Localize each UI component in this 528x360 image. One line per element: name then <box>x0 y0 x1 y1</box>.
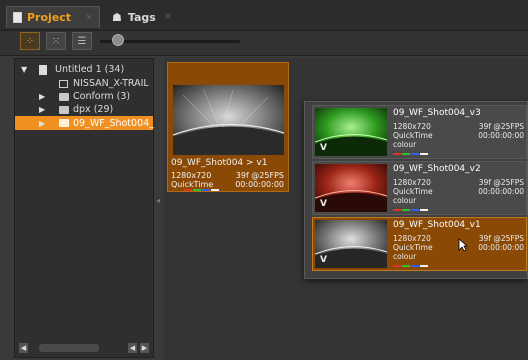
version-frames-fps: 39f @25FPS <box>478 234 524 243</box>
expanded-arrow-icon[interactable]: ▼ <box>21 65 27 74</box>
tag-icon: ☗ <box>112 10 122 24</box>
project-tree: ▼ Untitled 1 (34) NISSAN_X-TRAIL ▶ Confo… <box>14 58 154 358</box>
grid-view-button[interactable]: ⁘ <box>20 32 40 50</box>
version-marker: V <box>320 143 327 153</box>
scroll-left-icon[interactable]: ◀ <box>19 343 28 353</box>
version-thumbnail: V <box>315 108 387 156</box>
mouse-cursor-icon <box>458 238 468 252</box>
colour-bar <box>211 189 219 191</box>
colour-bar <box>411 153 419 155</box>
tree-item-dpx[interactable]: ▶ dpx (29) <box>15 103 153 116</box>
toolbar: ⁘ ⁙ ☰ <box>0 31 528 56</box>
colour-bar <box>402 209 410 211</box>
tab-project-label: Project <box>27 11 72 24</box>
sequence-icon <box>59 80 68 88</box>
version-colour: colour <box>393 196 417 205</box>
card-format: QuickTime <box>171 180 214 189</box>
version-format: QuickTime <box>393 243 433 252</box>
list-view-button[interactable]: ⁙ <box>46 32 66 50</box>
tree-item-nissan[interactable]: NISSAN_X-TRAIL <box>15 77 153 90</box>
folder-icon <box>59 106 69 114</box>
version-marker: V <box>320 255 327 265</box>
colour-bar <box>393 209 401 211</box>
card-thumbnail[interactable] <box>173 85 284 155</box>
horizontal-scrollbar[interactable]: ◀ ◀ ▶ <box>19 343 149 353</box>
card-title: 09_WF_Shot004 > v1 <box>171 158 268 168</box>
colour-bar <box>402 265 410 267</box>
card-resolution: 1280x720 <box>171 171 212 180</box>
detail-view-button[interactable]: ☰ <box>72 32 92 50</box>
media-card[interactable]: 09_WF_Shot004 > v1 1280x720 39f @25FPS Q… <box>167 62 289 192</box>
colour-bar <box>411 265 419 267</box>
version-timecode: 00:00:00:00 <box>478 243 524 252</box>
colour-bar <box>420 153 428 155</box>
version-marker: V <box>320 199 327 209</box>
media-browser: 09_WF_Shot004 > v1 1280x720 39f @25FPS Q… <box>164 58 528 360</box>
colour-bar <box>420 265 428 267</box>
tab-tags-label: Tags <box>127 10 156 24</box>
close-icon[interactable]: ✕ <box>164 13 172 21</box>
folder-icon <box>59 93 69 101</box>
scrollbar-thumb[interactable] <box>39 344 99 352</box>
splitter-handle[interactable]: ◂ <box>156 196 160 206</box>
version-frames-fps: 39f @25FPS <box>478 178 524 187</box>
version-item-selected[interactable]: V 09_WF_Shot004_v1 1280x720 39f @25FPS Q… <box>312 217 527 271</box>
tree-item-label: Untitled 1 (34) <box>55 64 125 75</box>
scroll-right-icon[interactable]: ▶ <box>140 343 149 353</box>
tab-bar: Project ✕ ☗ Tags ✕ <box>0 0 528 31</box>
grid-view-icon: ⁘ <box>25 35 35 47</box>
collapsed-arrow-icon[interactable]: ▶ <box>39 119 45 128</box>
version-thumbnail: V <box>315 164 387 212</box>
card-timecode: 00:00:00:00 <box>235 180 284 189</box>
tree-item-label: NISSAN_X-TRAIL <box>73 78 149 89</box>
version-resolution: 1280x720 <box>393 234 431 243</box>
colour-bar <box>202 189 210 191</box>
version-thumbnail: V <box>315 220 387 268</box>
version-resolution: 1280x720 <box>393 178 431 187</box>
colour-bar <box>184 189 192 191</box>
version-format: QuickTime <box>393 131 433 140</box>
version-timecode: 00:00:00:00 <box>478 187 524 196</box>
document-icon <box>13 12 22 23</box>
tree-item-untitled[interactable]: ▼ Untitled 1 (34) <box>15 63 153 76</box>
close-icon[interactable]: ✕ <box>85 14 93 22</box>
version-colour: colour <box>393 252 417 261</box>
tree-item-label: Conform (3) <box>73 91 131 102</box>
project-icon <box>39 65 47 75</box>
colour-bar <box>420 209 428 211</box>
scroll-left-icon[interactable]: ◀ <box>128 343 137 353</box>
colour-bar <box>402 153 410 155</box>
detail-view-icon: ☰ <box>77 35 87 47</box>
tab-project[interactable]: Project ✕ <box>6 6 100 28</box>
version-timecode: 00:00:00:00 <box>478 131 524 140</box>
version-title: 09_WF_Shot004_v3 <box>393 108 481 118</box>
tree-item-shot004[interactable]: ▶ 09_WF_Shot004_ <box>15 116 154 130</box>
version-colour: colour <box>393 140 417 149</box>
version-title: 09_WF_Shot004_v1 <box>393 220 481 230</box>
colour-bar <box>411 209 419 211</box>
colour-bar <box>193 189 201 191</box>
version-stack-popup: V 09_WF_Shot004_v3 1280x720 39f @25FPS Q… <box>304 101 528 279</box>
tree-item-label: 09_WF_Shot004_ <box>73 117 154 129</box>
version-title: 09_WF_Shot004_v2 <box>393 164 481 174</box>
collapsed-arrow-icon[interactable]: ▶ <box>39 92 45 101</box>
collapsed-arrow-icon[interactable]: ▶ <box>39 105 45 114</box>
list-view-icon: ⁙ <box>51 35 61 47</box>
card-frames-fps: 39f @25FPS <box>235 171 284 180</box>
version-frames-fps: 39f @25FPS <box>478 122 524 131</box>
version-resolution: 1280x720 <box>393 122 431 131</box>
colour-bar <box>393 265 401 267</box>
zoom-slider-thumb[interactable] <box>112 34 125 46</box>
tree-item-label: dpx (29) <box>73 104 114 115</box>
tree-item-conform[interactable]: ▶ Conform (3) <box>15 90 153 103</box>
version-format: QuickTime <box>393 187 433 196</box>
version-item[interactable]: V 09_WF_Shot004_v2 1280x720 39f @25FPS Q… <box>312 161 527 215</box>
version-item[interactable]: V 09_WF_Shot004_v3 1280x720 39f @25FPS Q… <box>312 105 527 159</box>
folder-icon <box>59 119 69 127</box>
tab-tags[interactable]: ☗ Tags ✕ <box>108 6 178 28</box>
colour-bar <box>393 153 401 155</box>
app-window: Project ✕ ☗ Tags ✕ ⁘ ⁙ ☰ ▼ Untitled 1 (3… <box>0 0 528 360</box>
